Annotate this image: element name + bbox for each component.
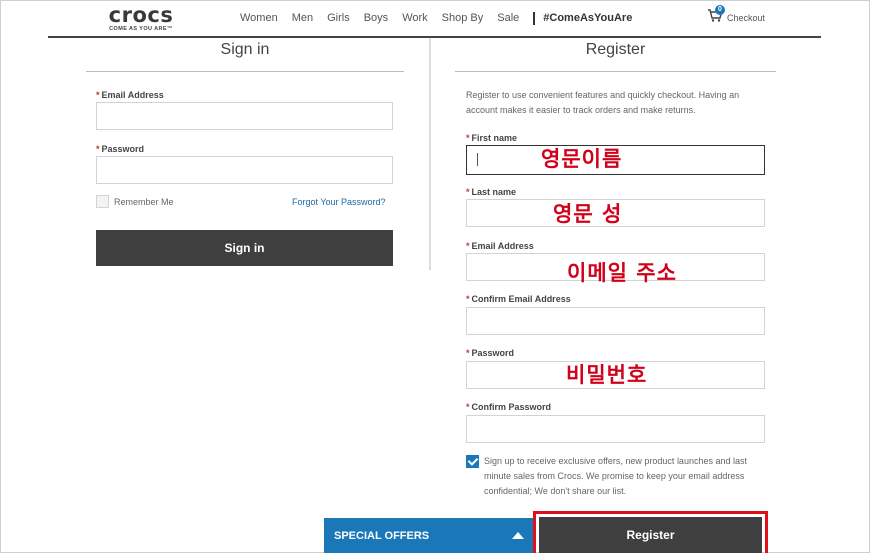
annotation-email: 이메일 주소 <box>567 261 677 285</box>
header-divider <box>48 36 821 38</box>
special-offers-label: SPECIAL OFFERS <box>334 529 430 542</box>
register-title-rule <box>455 71 776 72</box>
signin-email-input[interactable] <box>96 102 393 130</box>
label-text: Password <box>101 144 145 154</box>
signin-button[interactable]: Sign in <box>96 230 393 266</box>
cart-icon: 0 <box>707 5 725 23</box>
nav-divider <box>533 12 536 25</box>
register-highlight-box <box>533 511 768 553</box>
remember-me-checkbox[interactable] <box>96 195 109 208</box>
required-mark: * <box>466 348 470 358</box>
annotation-last-name: 영문 성 <box>553 202 623 226</box>
forgot-password-link[interactable]: Forgot Your Password? <box>292 197 386 207</box>
nav-girls[interactable]: Girls <box>327 12 350 25</box>
logo-tagline: COME AS YOU ARE™ <box>109 26 173 32</box>
label-text: Confirm Email Address <box>471 294 571 304</box>
label-text: First name <box>471 133 518 143</box>
label-text: Email Address <box>101 90 164 100</box>
crocs-logo[interactable]: crocs COME AS YOU ARE™ <box>100 3 182 33</box>
cart-count-badge: 0 <box>715 5 725 15</box>
signin-email-label: * Email Address <box>96 90 164 100</box>
label-text: Password <box>471 348 515 358</box>
required-mark: * <box>96 144 100 154</box>
signin-password-label: * Password <box>96 144 144 154</box>
annotation-first-name: 영문이름 <box>541 147 623 171</box>
register-title: Register <box>585 41 646 58</box>
required-mark: * <box>466 133 470 143</box>
required-mark: * <box>466 187 470 197</box>
required-mark: * <box>466 402 470 412</box>
text-caret <box>477 153 478 166</box>
checkout-label: Checkout <box>727 13 766 23</box>
main-nav: Women Men Girls Boys Work Shop By Sale #… <box>240 12 646 25</box>
confirm-email-input[interactable] <box>466 307 765 335</box>
logo-wordmark: crocs <box>108 3 174 27</box>
remember-me-label: Remember Me <box>114 197 174 207</box>
nav-hashtag[interactable]: #ComeAsYouAre <box>543 12 632 25</box>
nav-women[interactable]: Women <box>240 12 278 25</box>
confirm-password-label: * Confirm Password <box>466 402 551 412</box>
label-text: Confirm Password <box>471 402 552 412</box>
signin-title: Sign in <box>220 41 270 58</box>
nav-men[interactable]: Men <box>292 12 313 25</box>
required-mark: * <box>96 90 100 100</box>
register-password-label: * Password <box>466 348 514 358</box>
required-mark: * <box>466 294 470 304</box>
last-name-label: * Last name <box>466 187 516 197</box>
signin-password-input[interactable] <box>96 156 393 184</box>
nav-boys[interactable]: Boys <box>364 12 388 25</box>
special-offers-tab[interactable]: SPECIAL OFFERS <box>324 518 534 553</box>
signin-title-rule <box>86 71 404 72</box>
nav-sale[interactable]: Sale <box>497 12 519 25</box>
checkout-link[interactable]: 0 Checkout <box>707 5 766 23</box>
register-email-label: * Email Address <box>466 241 534 251</box>
confirm-password-input[interactable] <box>466 415 765 443</box>
register-description: Register to use convenient features and … <box>466 90 740 115</box>
required-mark: * <box>466 241 470 251</box>
column-divider <box>429 38 431 270</box>
offers-consent-text: Sign up to receive exclusive offers, new… <box>484 456 747 496</box>
nav-shop-by[interactable]: Shop By <box>442 12 484 25</box>
nav-work[interactable]: Work <box>402 12 427 25</box>
first-name-label: * First name <box>466 133 517 143</box>
annotation-password: 비밀번호 <box>566 363 648 387</box>
confirm-email-label: * Confirm Email Address <box>466 294 571 304</box>
chevron-up-icon <box>512 532 524 539</box>
label-text: Email Address <box>471 241 534 251</box>
label-text: Last name <box>471 187 517 197</box>
offers-checkbox[interactable] <box>466 455 479 468</box>
